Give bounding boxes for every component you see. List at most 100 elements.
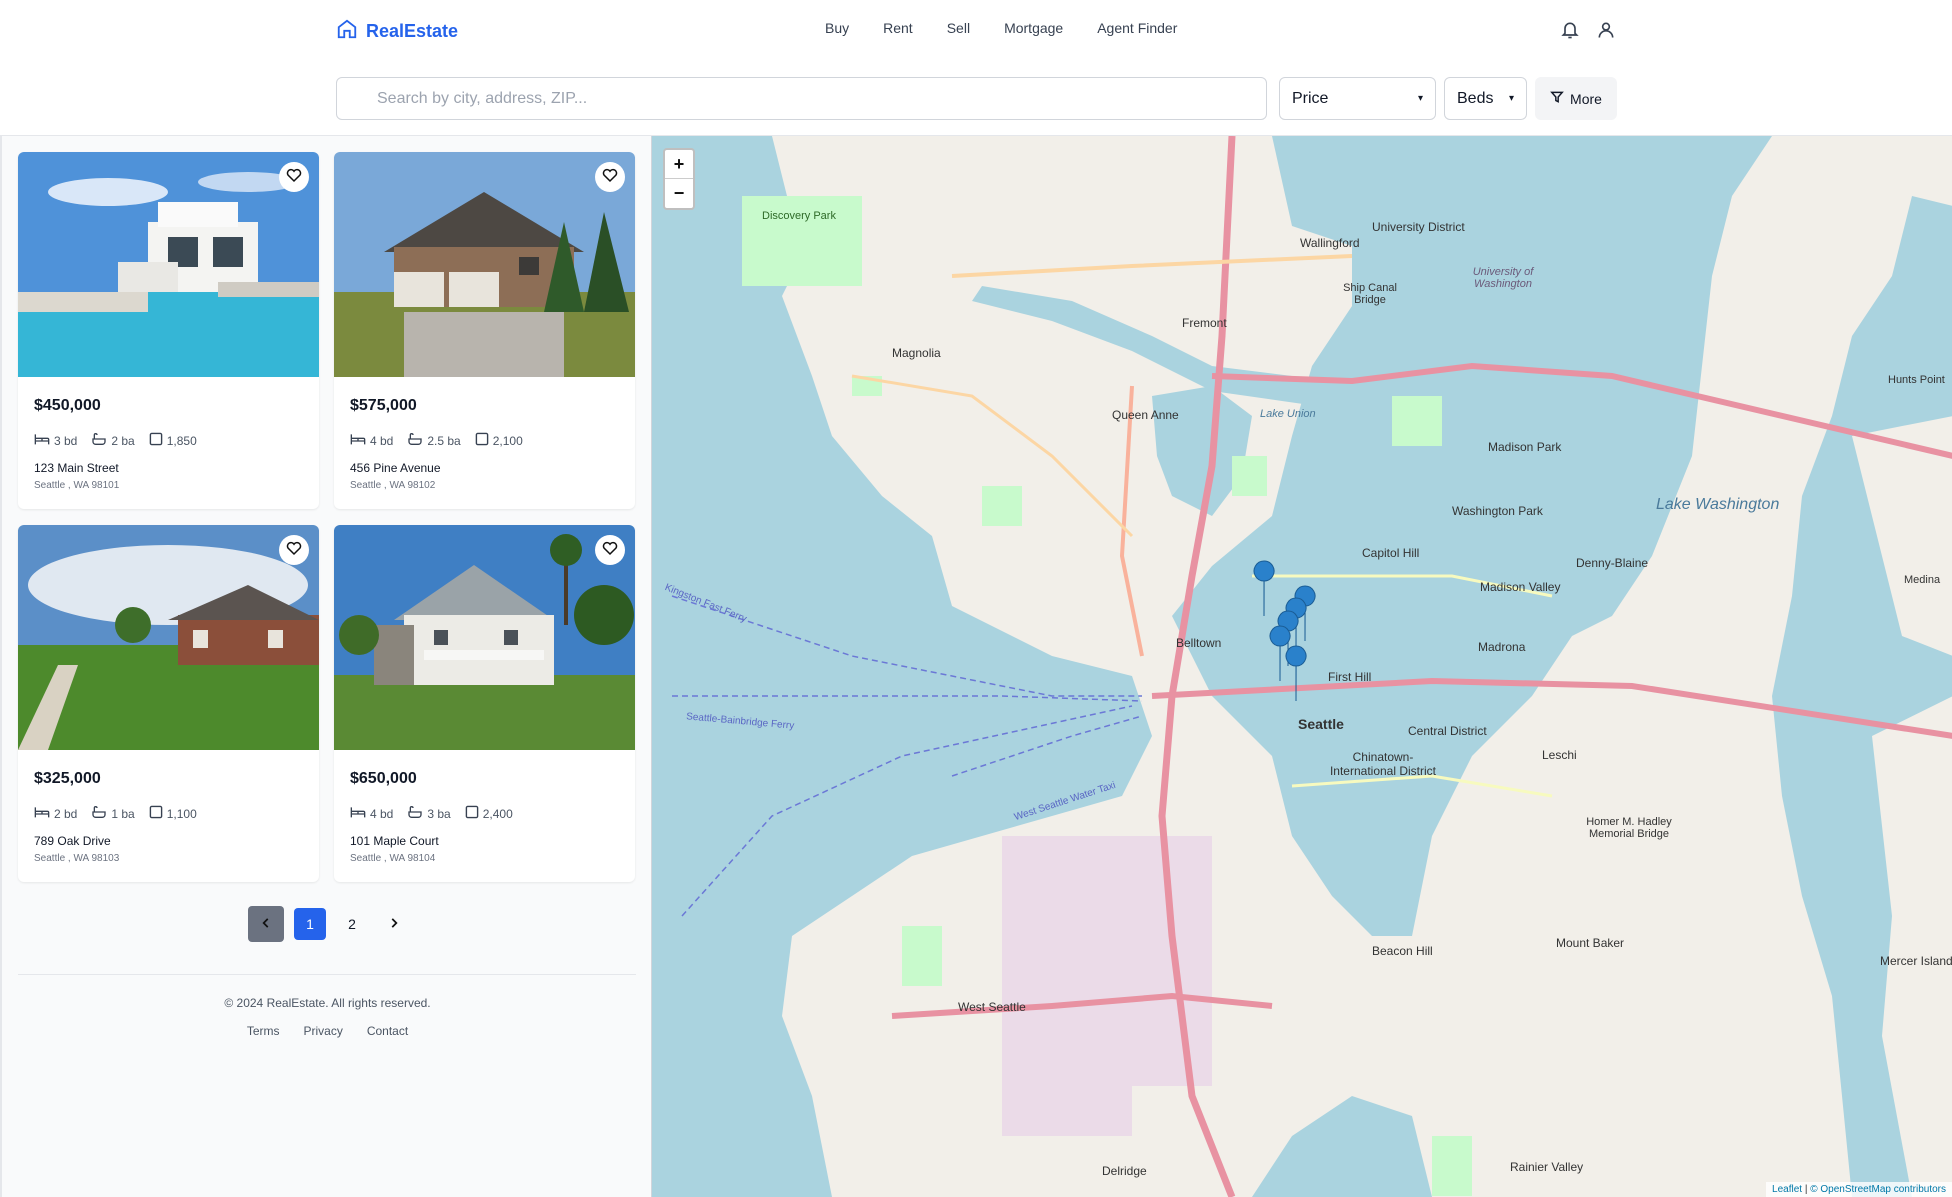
property-photo (18, 525, 319, 750)
city: Seattle (34, 853, 66, 864)
listing-address: 789 Oak Drive (34, 834, 111, 848)
listing-city: Seattle , WA 98102 (350, 480, 436, 491)
page-1-button[interactable]: 1 (294, 908, 326, 940)
sqft-value: 1,850 (166, 433, 197, 448)
footer-link-contact[interactable]: Contact (367, 1024, 408, 1038)
state: WA (389, 480, 405, 491)
nav-sell[interactable]: Sell (947, 20, 970, 36)
listing-specs: 4 bd 3 ba 2,400 (350, 805, 527, 822)
beds-value: 2 bd (54, 806, 78, 821)
listing-city: Seattle , WA 98103 (34, 853, 120, 864)
favorite-button[interactable] (279, 535, 309, 565)
copyright-text: © 2024 RealEstate. All rights reserved. (224, 996, 431, 1010)
nav-rent[interactable]: Rent (883, 20, 913, 36)
map-label: Wallingford (1300, 236, 1360, 250)
more-filters-button[interactable]: More (1535, 77, 1617, 120)
app-root: RealEstate Buy Rent Sell Mortgage Agent … (0, 0, 1952, 1197)
map-label: Rainier Valley (1510, 1160, 1584, 1174)
map-label: Leschi (1542, 748, 1577, 762)
user-icon[interactable] (1596, 20, 1616, 40)
listing-specs: 4 bd 2.5 ba 2,100 (350, 432, 537, 449)
nav-icons (1560, 20, 1616, 40)
map-label: Capitol Hill (1362, 546, 1420, 560)
listing-specs: 3 bd 2 ba 1,850 (34, 432, 211, 449)
nav-buy[interactable]: Buy (825, 20, 849, 36)
listing-price: $450,000 (34, 397, 101, 414)
listing-city: Seattle , WA 98101 (34, 480, 120, 491)
state: WA (73, 480, 89, 491)
leaflet-link[interactable]: Leaflet (1772, 1184, 1802, 1195)
map-label: Ship Canal Bridge (1343, 282, 1397, 306)
home-icon (336, 18, 358, 45)
map-view[interactable]: Wallingford University District Fremont … (651, 136, 1952, 1197)
city: Seattle (34, 480, 66, 491)
baths-value: 2.5 ba (427, 433, 461, 448)
map-label: Seattle (1298, 716, 1344, 732)
brand-logo[interactable]: RealEstate (336, 18, 458, 45)
footer-link-terms[interactable]: Terms (247, 1024, 280, 1038)
zoom-in-button[interactable]: + (665, 150, 693, 179)
city: Seattle (350, 853, 382, 864)
map-label: University District (1372, 220, 1465, 234)
bed-icon (350, 432, 366, 449)
listing-card[interactable]: $575,000 4 bd 2.5 ba 2,100 456 Pine Aven… (334, 152, 635, 509)
chevron-down-icon: ▾ (1417, 93, 1423, 104)
listing-card[interactable]: $325,000 2 bd 1 ba 1,100 789 Oak Drive S… (18, 525, 319, 882)
heart-icon (601, 539, 619, 562)
map-label: Fremont (1182, 316, 1227, 330)
zip: 98101 (91, 480, 120, 491)
search-bar: Price ▾ Beds ▾ More (0, 62, 1952, 136)
favorite-button[interactable] (595, 162, 625, 192)
listing-card[interactable]: $650,000 4 bd 3 ba 2,400 101 Maple Court… (334, 525, 635, 882)
sqft-value: 1,100 (166, 806, 197, 821)
heart-icon (285, 539, 303, 562)
next-page-button[interactable] (378, 908, 410, 940)
map-label: Medina (1904, 574, 1941, 586)
bed-icon (34, 432, 50, 449)
nav-agent-finder[interactable]: Agent Finder (1097, 20, 1177, 36)
more-filters-label: More (1570, 90, 1602, 107)
map-label: Discovery Park (762, 210, 836, 222)
pagination: 1 2 (248, 906, 420, 942)
nav-mortgage[interactable]: Mortgage (1004, 20, 1063, 36)
square-icon (149, 432, 163, 449)
page-2-button[interactable]: 2 (336, 908, 368, 940)
map-label: Madrona (1478, 640, 1526, 654)
beds-filter[interactable]: Beds ▾ (1444, 77, 1527, 120)
map-tiles (652, 136, 1952, 1197)
favorite-button[interactable] (595, 535, 625, 565)
map-label: Denny-Blaine (1576, 556, 1649, 570)
beds-value: 4 bd (370, 806, 394, 821)
listing-address: 123 Main Street (34, 461, 119, 475)
listing-card[interactable]: $450,000 3 bd 2 ba 1,850 123 Main Street… (18, 152, 319, 509)
map-label: Lake Union (1260, 408, 1316, 420)
sqft-value: 2,400 (482, 806, 513, 821)
map-label: Beacon Hill (1372, 944, 1433, 958)
bath-icon (407, 805, 423, 822)
zoom-out-button[interactable]: − (665, 179, 693, 208)
price-filter[interactable]: Price ▾ (1279, 77, 1436, 120)
listing-price: $650,000 (350, 770, 417, 787)
main-nav: Buy Rent Sell Mortgage Agent Finder (825, 20, 1211, 36)
city: Seattle (350, 480, 382, 491)
heart-icon (285, 166, 303, 189)
state: WA (389, 853, 405, 864)
favorite-button[interactable] (279, 162, 309, 192)
footer-link-privacy[interactable]: Privacy (303, 1024, 342, 1038)
map-label: University of Washington (1472, 266, 1534, 290)
listing-specs: 2 bd 1 ba 1,100 (34, 805, 211, 822)
map-label: First Hill (1328, 670, 1372, 684)
bell-icon[interactable] (1560, 20, 1580, 40)
chevron-left-icon (259, 916, 273, 933)
search-input[interactable] (336, 77, 1267, 120)
osm-attribution[interactable]: © OpenStreetMap contributors (1810, 1184, 1946, 1195)
map-label: Belltown (1176, 636, 1222, 650)
beds-value: 4 bd (370, 433, 394, 448)
prev-page-button[interactable] (248, 906, 284, 942)
property-photo (334, 525, 635, 750)
top-nav: RealEstate Buy Rent Sell Mortgage Agent … (0, 0, 1952, 62)
zip: 98104 (407, 853, 436, 864)
filter-icon (1550, 90, 1564, 107)
beds-filter-label: Beds (1457, 89, 1494, 107)
map-label: Madison Valley (1480, 580, 1561, 594)
